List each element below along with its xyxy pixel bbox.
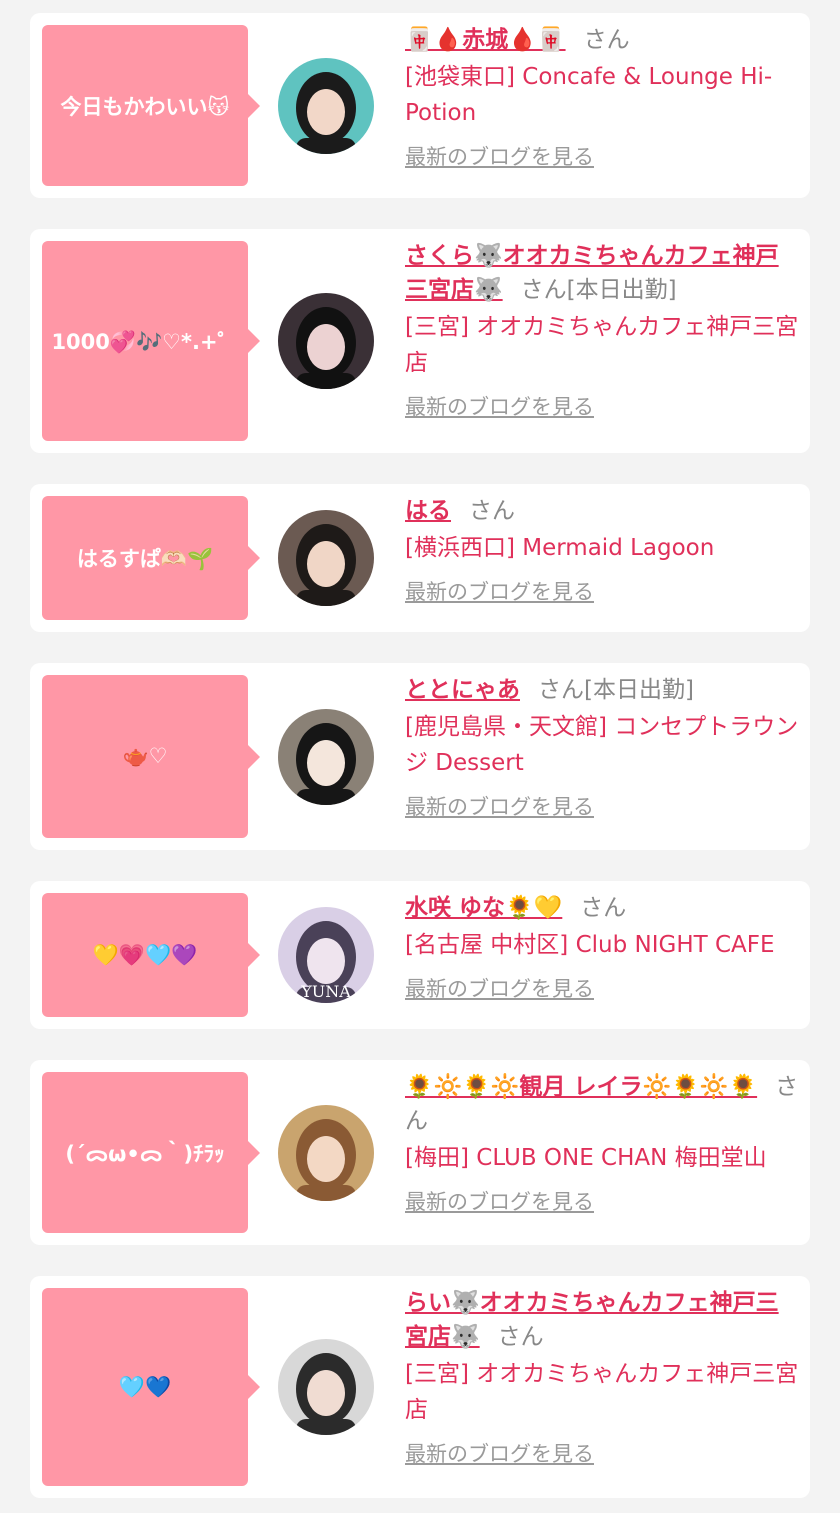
name-line: らい🐺オオカミちゃんカフェ神戸三宮店🐺 さん [405, 1286, 801, 1354]
honorific: さん [583, 27, 630, 53]
cast-card: はるすぱ🫶🏻🌱 はる さん [横浜西口] Mermaid Lagoon 最新のブログを見… [30, 484, 810, 632]
cast-name-link[interactable]: 🌻🔆🌻🔆観月 レイラ🔆🌻🔆🌻 [405, 1074, 757, 1100]
honorific: さん [538, 677, 584, 703]
cast-info: 🀄🩸赤城🩸🀄 さん [池袋東口] Concafe & Lounge Hi-Potio… [405, 25, 801, 171]
honorific: さん [497, 1324, 544, 1350]
avatar[interactable] [278, 293, 374, 389]
shop-name: [名古屋 中村区] Club NIGHT CAFE [405, 932, 775, 958]
message-text: 💛💗🩵💜 [92, 942, 198, 967]
name-line: さくら🐺オオカミちゃんカフェ神戸三宮店🐺 さん[本日出勤] [405, 239, 801, 307]
shop-name: [三宮] オオカミちゃんカフェ神戸三宮店 [405, 314, 799, 376]
latest-blog-link[interactable]: 最新のブログを見る [405, 141, 594, 171]
cast-info: はる さん [横浜西口] Mermaid Lagoon 最新のブログを見る [405, 496, 801, 606]
name-line: 🀄🩸赤城🩸🀄 さん [405, 23, 801, 57]
cast-card: (´ᯅω•ᯅ｀)ﾁﾗｯ 🌻🔆🌻🔆観月 レイラ🔆🌻🔆🌻 さん [梅田] CLUB ONE… [30, 1060, 810, 1245]
name-line: はる さん [405, 494, 801, 528]
status-badge: [本日出勤] [584, 677, 694, 703]
message-bubble: (´ᯅω•ᯅ｀)ﾁﾗｯ [42, 1072, 260, 1233]
message-bubble: 今日もかわいい😽 [42, 25, 260, 186]
cast-card: 1000💞🎶♡*.+゜ さくら🐺オオカミちゃんカフェ神戸三宮店🐺 さん[本日出勤][… [30, 229, 810, 453]
cast-info: 水咲 ゆな🌻💛 さん [名古屋 中村区] Club NIGHT CAFE 最新のブログ… [405, 893, 801, 1003]
message-bubble: 💛💗🩵💜 [42, 893, 260, 1017]
honorific: さん [469, 498, 515, 524]
avatar[interactable] [278, 57, 374, 154]
message-text: (´ᯅω•ᯅ｀)ﾁﾗｯ [65, 1141, 225, 1166]
shop-name: [池袋東口] Concafe & Lounge Hi-Potion [405, 64, 773, 126]
name-line: 🌻🔆🌻🔆観月 レイラ🔆🌻🔆🌻 さん [405, 1070, 801, 1138]
latest-blog-link[interactable]: 最新のブログを見る [405, 973, 594, 1003]
message-bubble: 🫖♡ [42, 675, 260, 838]
honorific: さん [580, 895, 627, 921]
cast-name-link[interactable]: 🀄🩸赤城🩸🀄 [405, 27, 566, 53]
cast-info: らい🐺オオカミちゃんカフェ神戸三宮店🐺 さん [三宮] オオカミちゃんカフェ神戸三宮… [405, 1288, 801, 1468]
cast-info: ととにゃあ さん[本日出勤] [鹿児島県・天文館] コンセプトラウンジ Desser… [405, 675, 801, 821]
avatar[interactable] [278, 1104, 374, 1201]
shop-name: [鹿児島県・天文館] コンセプトラウンジ Dessert [405, 714, 799, 776]
avatar-caption: YUNA [300, 982, 351, 1001]
cast-name-link[interactable]: 水咲 ゆな🌻💛 [405, 895, 562, 921]
name-line: 水咲 ゆな🌻💛 さん [405, 891, 801, 925]
latest-blog-link[interactable]: 最新のブログを見る [405, 391, 594, 421]
shop-name: [横浜西口] Mermaid Lagoon [405, 535, 715, 561]
latest-blog-link[interactable]: 最新のブログを見る [405, 576, 594, 606]
honorific: さん [520, 277, 567, 303]
cast-list: 今日もかわいい😽 🀄🩸赤城🩸🀄 さん [池袋東口] Concafe & Lounge … [0, 0, 840, 1513]
status-badge: [本日出勤] [566, 277, 677, 303]
latest-blog-link[interactable]: 最新のブログを見る [405, 1186, 594, 1216]
cast-card: 🫖♡ ととにゃあ さん[本日出勤] [鹿児島県・天文館] コンセプトラウンジ Dess… [30, 663, 810, 850]
message-bubble: はるすぱ🫶🏻🌱 [42, 496, 260, 620]
avatar[interactable]: YUNA [278, 907, 374, 1003]
message-text: はるすぱ🫶🏻🌱 [76, 547, 214, 571]
cast-name-link[interactable]: らい🐺オオカミちゃんカフェ神戸三宮店🐺 [405, 1290, 779, 1350]
avatar[interactable] [278, 510, 374, 606]
cast-info: さくら🐺オオカミちゃんカフェ神戸三宮店🐺 さん[本日出勤] [三宮] オオカミちゃん… [405, 241, 801, 421]
shop-name: [三宮] オオカミちゃんカフェ神戸三宮店 [405, 1361, 799, 1423]
message-bubble: 🩵💙 [42, 1288, 260, 1486]
shop-name: [梅田] CLUB ONE CHAN 梅田堂山 [405, 1145, 767, 1171]
cast-info: 🌻🔆🌻🔆観月 レイラ🔆🌻🔆🌻 さん [梅田] CLUB ONE CHAN 梅田堂山最… [405, 1072, 801, 1216]
cast-card: 🩵💙 らい🐺オオカミちゃんカフェ神戸三宮店🐺 さん [三宮] オオカミちゃんカフェ神戸… [30, 1276, 810, 1498]
avatar[interactable] [278, 1339, 374, 1435]
message-text: 今日もかわいい😽 [60, 94, 230, 119]
name-line: ととにゃあ さん[本日出勤] [405, 673, 801, 707]
latest-blog-link[interactable]: 最新のブログを見る [405, 791, 594, 821]
message-bubble: 1000💞🎶♡*.+゜ [42, 241, 260, 441]
cast-card: 今日もかわいい😽 🀄🩸赤城🩸🀄 さん [池袋東口] Concafe & Lounge … [30, 13, 810, 198]
cast-name-link[interactable]: はる [405, 498, 451, 524]
message-text: 🩵💙 [118, 1374, 172, 1399]
latest-blog-link[interactable]: 最新のブログを見る [405, 1438, 594, 1468]
avatar[interactable] [278, 708, 374, 805]
cast-card: 💛💗🩵💜 YUNA 水咲 ゆな🌻💛 さん [名古屋 中村区] Club NIGHT CA… [30, 881, 810, 1029]
cast-name-link[interactable]: ととにゃあ [405, 677, 520, 703]
message-text: 🫖♡ [122, 744, 168, 768]
message-text: 1000💞🎶♡*.+゜ [51, 330, 239, 354]
